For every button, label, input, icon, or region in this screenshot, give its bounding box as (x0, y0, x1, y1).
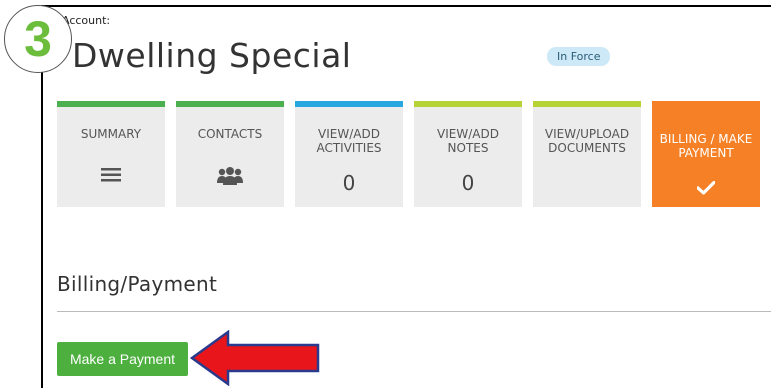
tile-summary[interactable]: SUMMARY (57, 101, 165, 207)
tile-label: BILLING / MAKE PAYMENT (659, 132, 753, 160)
tile-contacts[interactable]: CONTACTS (176, 101, 284, 207)
make-payment-button[interactable]: Make a Payment (57, 342, 188, 376)
tile-label: VIEW/UPLOAD DOCUMENTS (544, 127, 630, 155)
users-icon (176, 167, 284, 185)
tile-accent-bar (414, 101, 522, 107)
tile-billing-make-payment[interactable]: BILLING / MAKE PAYMENT (652, 101, 760, 207)
tile-label: SUMMARY (80, 127, 142, 141)
tile-accent-bar (295, 101, 403, 107)
status-badge: In Force (547, 47, 611, 66)
page-title: Dwelling Special (72, 36, 352, 75)
section-divider (57, 311, 771, 312)
tile-label: VIEW/ADD NOTES (437, 127, 499, 155)
tile-view-upload-documents[interactable]: VIEW/UPLOAD DOCUMENTS (533, 101, 641, 207)
checkmark-icon (652, 181, 760, 195)
tile-accent-bar (176, 101, 284, 107)
section-title: Billing/Payment (57, 272, 218, 296)
red-pointer-arrow-icon (190, 330, 320, 386)
tile-accent-bar (57, 101, 165, 107)
tile-count: 0 (342, 171, 356, 195)
tile-label: VIEW/ADD ACTIVITIES (316, 127, 382, 155)
tile-view-add-activities[interactable]: VIEW/ADD ACTIVITIES 0 (295, 101, 403, 207)
list-icon (57, 167, 165, 183)
tile-view-add-notes[interactable]: VIEW/ADD NOTES 0 (414, 101, 522, 207)
tile-accent-bar (533, 101, 641, 107)
step-number-badge: 3 (4, 5, 72, 73)
tile-label: CONTACTS (197, 127, 263, 141)
tile-count: 0 (461, 171, 475, 195)
